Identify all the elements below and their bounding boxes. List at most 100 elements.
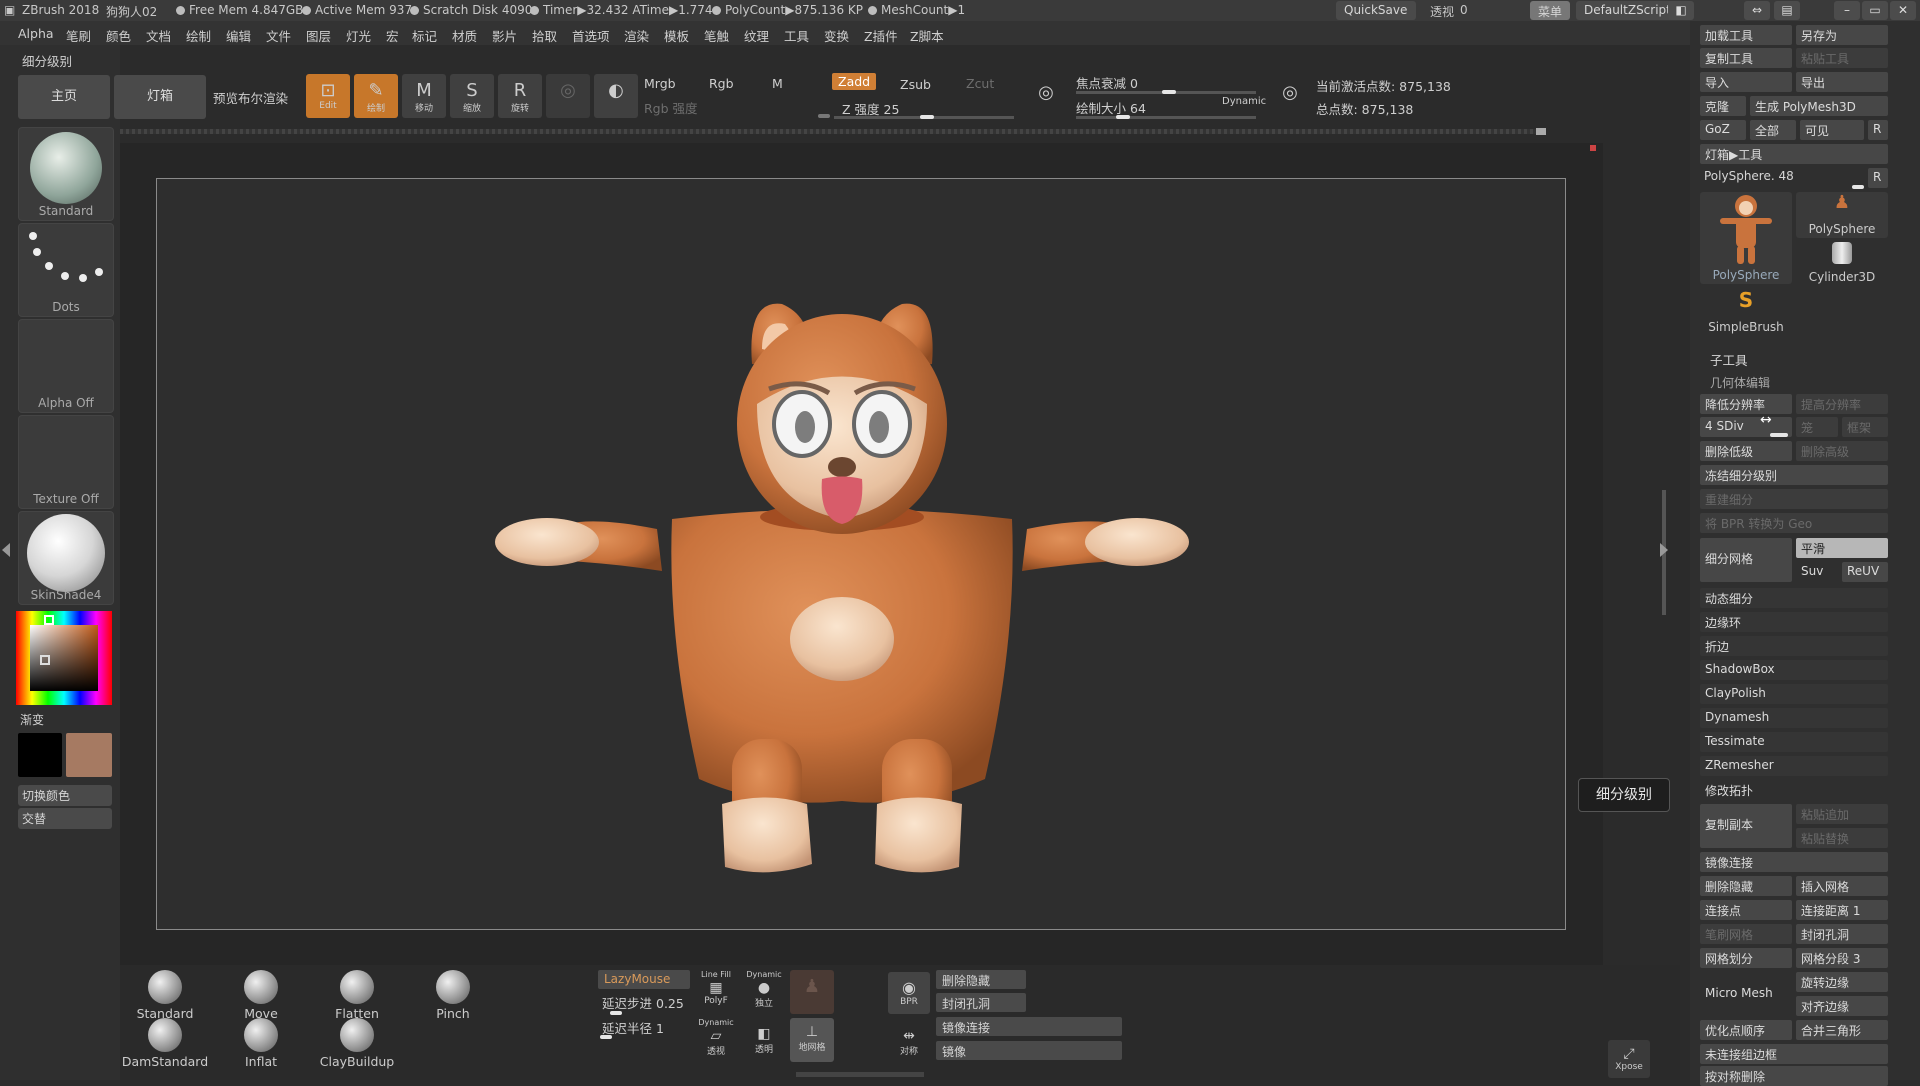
tool-thumb-polysphere-main[interactable]: PolySphere xyxy=(1700,192,1792,284)
brush-pinch[interactable]: Pinch xyxy=(408,970,498,1021)
delete-hidden-panel-button[interactable]: 删除隐藏 xyxy=(1700,876,1792,896)
dog-character-model[interactable] xyxy=(157,179,1567,931)
menu-item-brush[interactable]: 笔刷 xyxy=(66,26,91,45)
reuv-toggle[interactable]: ReUV xyxy=(1842,562,1888,582)
section-zremesher[interactable]: ZRemesher xyxy=(1700,756,1888,776)
menu-item-color[interactable]: 颜色 xyxy=(106,26,131,45)
quicksave-button[interactable]: QuickSave xyxy=(1336,1,1416,20)
freeze-subdiv-button[interactable]: 冻结细分级别 xyxy=(1700,465,1888,485)
weld-points-button[interactable]: 连接点 xyxy=(1700,900,1792,920)
load-tool-button[interactable]: 加载工具 xyxy=(1700,25,1792,45)
rgb-intensity-label[interactable]: Rgb 强度 xyxy=(644,98,698,117)
scale-mode-button[interactable]: S 缩放 xyxy=(450,74,494,118)
menu-item-material[interactable]: 材质 xyxy=(452,26,477,45)
section-shadowbox[interactable]: ShadowBox xyxy=(1700,660,1888,680)
reconstruct-subdiv-button[interactable]: 重建细分 xyxy=(1700,489,1888,509)
menu-item-stroke[interactable]: 笔触 xyxy=(704,26,729,45)
delete-by-symmetry-button[interactable]: 按对称删除 xyxy=(1700,1066,1888,1086)
geometry-header[interactable]: 几何体编辑 xyxy=(1710,374,1770,391)
floor-grid-button[interactable]: ⊥ 地网格 xyxy=(790,1018,834,1062)
lazystep-slider[interactable]: 延迟步进 0.25 xyxy=(602,993,684,1012)
texture-thumbnail[interactable]: Texture Off xyxy=(18,415,114,509)
optimize-points-button[interactable]: 优化点顺序 xyxy=(1700,1020,1792,1040)
divide-button[interactable]: 细分网格 xyxy=(1700,538,1792,582)
menu-item-tool[interactable]: 工具 xyxy=(784,26,809,45)
section-edgeloop[interactable]: 边缘环 xyxy=(1700,612,1888,632)
paste-tool-button[interactable]: 粘贴工具 xyxy=(1796,48,1888,68)
menu-item-document[interactable]: 文档 xyxy=(146,26,171,45)
hue-handle[interactable] xyxy=(44,615,54,625)
draw-size-knob[interactable] xyxy=(1116,115,1130,119)
switch-icon[interactable]: ⇔ xyxy=(1744,1,1770,20)
stroke-thumbnail[interactable]: Dots xyxy=(18,223,114,317)
focal-shift-button[interactable]: ◎ xyxy=(1028,78,1064,114)
close-holes-panel-button[interactable]: 封闭孔洞 xyxy=(1796,924,1888,944)
brush-flatten[interactable]: Flatten xyxy=(312,970,402,1021)
home-button[interactable]: 主页 xyxy=(18,75,110,119)
menu-toggle-button[interactable]: 菜单 xyxy=(1530,1,1571,20)
close-holes-button[interactable]: 封闭孔洞 xyxy=(936,993,1026,1012)
zcut-toggle[interactable]: Zcut xyxy=(966,76,994,91)
default-zscript-button[interactable]: DefaultZScript xyxy=(1576,1,1679,20)
merge-triangles-button[interactable]: 合并三角形 xyxy=(1796,1020,1888,1040)
current-tool-slider[interactable] xyxy=(1852,185,1864,189)
section-dynamesh[interactable]: Dynamesh xyxy=(1700,708,1888,728)
paste-replace-button[interactable]: 粘贴替换 xyxy=(1796,828,1888,848)
alpha-thumbnail[interactable]: Alpha Off xyxy=(18,319,114,413)
expand-left-icon[interactable] xyxy=(2,543,10,557)
move-mode-button[interactable]: M 移动 xyxy=(402,74,446,118)
goz-button[interactable]: GoZ xyxy=(1700,120,1746,140)
insert-mesh-button[interactable]: 插入网格 xyxy=(1796,876,1888,896)
tool-thumb-simplebrush[interactable]: S SimpleBrush xyxy=(1700,288,1792,334)
export-button[interactable]: 导出 xyxy=(1796,72,1888,92)
menu-item-layer[interactable]: 图层 xyxy=(306,26,331,45)
expand-right-icon[interactable] xyxy=(1660,543,1668,557)
symmetry-button[interactable]: ⇹ 对称 xyxy=(888,1028,930,1064)
brush-damstandard[interactable]: DamStandard xyxy=(120,1018,210,1069)
menu-item-edit[interactable]: 编辑 xyxy=(226,26,251,45)
bottom-scroll[interactable] xyxy=(796,1072,924,1077)
menu-item-macro[interactable]: 宏 xyxy=(386,26,399,45)
goz-r-button[interactable]: R xyxy=(1868,120,1888,140)
paste-append-button[interactable]: 粘贴追加 xyxy=(1796,804,1888,824)
delete-higher-button[interactable]: 删除高级 xyxy=(1796,441,1888,461)
focal-shift-knob[interactable] xyxy=(1162,90,1176,94)
perspective-button[interactable]: Dynamic ⏥ 透视 xyxy=(696,1018,736,1060)
menu-item-stencil[interactable]: 模板 xyxy=(664,26,689,45)
toolbar-scrollbar[interactable] xyxy=(120,129,1545,134)
brush-inflat[interactable]: Inflat xyxy=(216,1018,306,1069)
menu-item-transform[interactable]: 变换 xyxy=(824,26,849,45)
m-toggle[interactable]: M xyxy=(772,76,783,91)
color-handle[interactable] xyxy=(40,655,50,665)
minimize-icon[interactable]: – xyxy=(1834,1,1860,20)
micromesh-button[interactable]: Micro Mesh xyxy=(1700,972,1792,1016)
menu-item-preferences[interactable]: 首选项 xyxy=(572,26,610,45)
transparency-button[interactable]: ◧ 透明 xyxy=(744,1018,784,1060)
menu-item-file[interactable]: 文件 xyxy=(266,26,291,45)
menu-item-alpha[interactable]: Alpha xyxy=(18,26,54,41)
lower-res-button[interactable]: 降低分辨率 xyxy=(1700,394,1792,414)
align-edge-button[interactable]: 对齐边缘 xyxy=(1796,996,1888,1016)
rgb-intensity-slider[interactable] xyxy=(818,114,830,118)
polyf-button[interactable]: Line Fill ▦ PolyF xyxy=(696,970,736,1012)
cage-button[interactable]: 笼 xyxy=(1796,417,1838,437)
suv-toggle[interactable]: Suv xyxy=(1796,562,1836,582)
menu-item-picker[interactable]: 拾取 xyxy=(532,26,557,45)
switch-color-button[interactable]: 切换颜色 xyxy=(18,785,112,806)
brush-thumbnail[interactable]: Standard xyxy=(18,127,114,221)
z-intensity-knob[interactable] xyxy=(920,115,934,119)
lazyradius-slider[interactable]: 延迟半径 1 xyxy=(602,1018,664,1037)
copy-button[interactable]: 复制副本 xyxy=(1700,804,1792,848)
alternate-button[interactable]: 交替 xyxy=(18,808,112,829)
grid-divide-button[interactable]: 网格划分 xyxy=(1700,948,1792,968)
tool-thumb-polysphere[interactable]: ♟ PolySphere xyxy=(1796,192,1888,238)
mirror-weld-button[interactable]: 镜像连接 xyxy=(936,1017,1122,1036)
current-tool-label[interactable]: PolySphere. 48 xyxy=(1704,169,1794,183)
smooth-toggle[interactable]: 平滑 xyxy=(1796,538,1888,558)
unweld-groups-button[interactable]: 未连接组边框 xyxy=(1700,1044,1888,1064)
brush-move[interactable]: Move xyxy=(216,970,306,1021)
subtool-header[interactable]: 子工具 xyxy=(1710,350,1748,369)
spin-edge-button[interactable]: 旋转边缘 xyxy=(1796,972,1888,992)
bpr-preview-button[interactable]: 预览布尔渲染 xyxy=(213,88,288,107)
color-picker[interactable] xyxy=(16,611,112,705)
